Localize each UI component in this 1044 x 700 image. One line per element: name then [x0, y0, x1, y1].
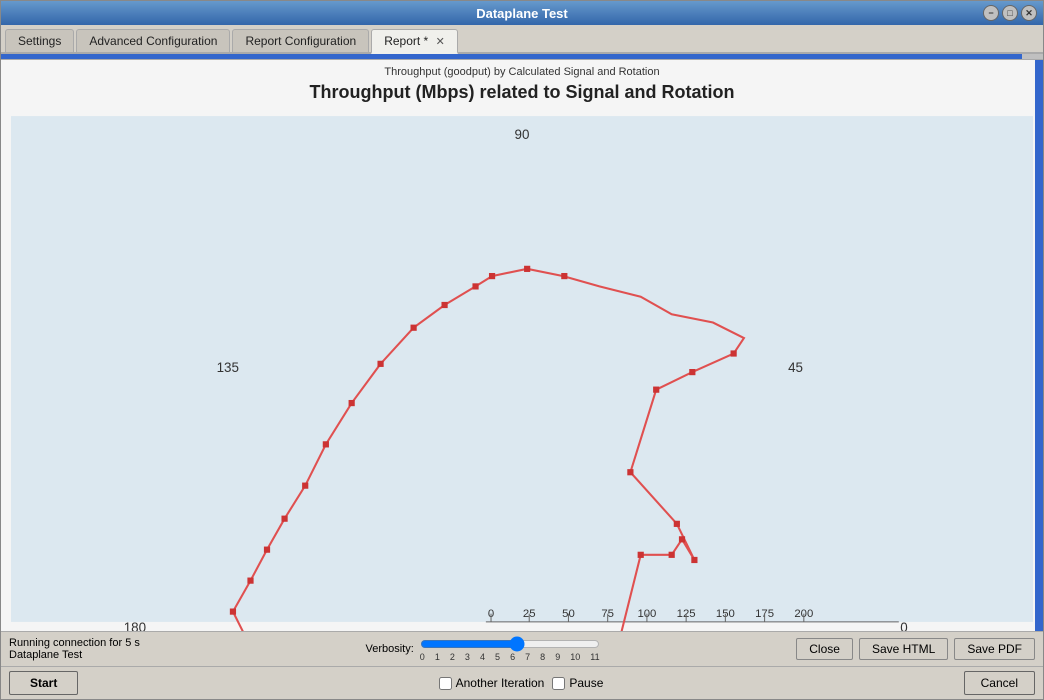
tab-settings[interactable]: Settings — [5, 29, 74, 52]
another-iteration-checkbox[interactable] — [439, 677, 452, 690]
data-point — [653, 387, 659, 393]
chart-container: 90 135 45 180 0 0 25 50 75 100 125 150 1… — [1, 107, 1043, 631]
status-bar: Running connection for 5 s Dataplane Tes… — [1, 631, 1043, 666]
window-title: Dataplane Test — [476, 6, 568, 21]
data-point — [441, 302, 447, 308]
close-button[interactable]: Close — [796, 638, 853, 660]
title-bar: Dataplane Test − □ ✕ — [1, 1, 1043, 25]
data-point — [524, 266, 530, 272]
tabs-bar: Settings Advanced Configuration Report C… — [1, 25, 1043, 54]
start-button[interactable]: Start — [9, 671, 78, 695]
data-point — [731, 350, 737, 356]
verbosity-ticks: 0 1 2 3 4 5 6 7 8 9 10 11 — [420, 652, 600, 662]
action-buttons: Close Save HTML Save PDF — [796, 638, 1035, 660]
bottom-right: Cancel — [964, 671, 1035, 695]
data-point — [472, 283, 478, 289]
tab-report-configuration[interactable]: Report Configuration — [232, 29, 369, 52]
pause-checkbox[interactable] — [552, 677, 565, 690]
another-iteration-text: Another Iteration — [456, 676, 545, 690]
verbosity-slider-container: 0 1 2 3 4 5 6 7 8 9 10 11 — [420, 636, 600, 662]
pause-text: Pause — [569, 676, 603, 690]
data-point — [691, 557, 697, 563]
status-text: Running connection for 5 s Dataplane Tes… — [9, 637, 169, 661]
bottom-left: Start — [9, 671, 78, 695]
svg-text:135: 135 — [217, 360, 239, 375]
data-point — [264, 547, 270, 553]
chart-subtitle: Throughput (goodput) by Calculated Signa… — [384, 60, 659, 80]
progress-fill — [1, 54, 1022, 59]
data-point — [674, 521, 680, 527]
svg-text:45: 45 — [788, 360, 803, 375]
status-line1: Running connection for 5 s — [9, 637, 169, 649]
close-button[interactable]: ✕ — [1021, 5, 1037, 21]
maximize-button[interactable]: □ — [1002, 5, 1018, 21]
minimize-button[interactable]: − — [983, 5, 999, 21]
data-point — [627, 469, 633, 475]
polar-chart-svg: 90 135 45 180 0 0 25 50 75 100 125 150 1… — [11, 107, 1033, 631]
title-bar-controls: − □ ✕ — [983, 5, 1037, 21]
data-point — [247, 578, 253, 584]
tab-advanced-configuration[interactable]: Advanced Configuration — [76, 29, 230, 52]
data-point — [679, 536, 685, 542]
svg-text:0: 0 — [900, 620, 907, 631]
svg-text:90: 90 — [515, 127, 530, 142]
tab-close-icon[interactable]: ✕ — [436, 36, 445, 48]
main-content: Throughput (goodput) by Calculated Signa… — [1, 60, 1043, 631]
save-pdf-button[interactable]: Save PDF — [954, 638, 1035, 660]
main-window: Dataplane Test − □ ✕ Settings Advanced C… — [0, 0, 1044, 700]
chart-area: Throughput (goodput) by Calculated Signa… — [1, 60, 1043, 631]
pause-label: Pause — [552, 676, 603, 690]
cancel-button[interactable]: Cancel — [964, 671, 1035, 695]
data-point — [230, 608, 236, 614]
data-point — [489, 273, 495, 279]
verbosity-label: Verbosity: — [365, 643, 413, 655]
data-point — [323, 441, 329, 447]
data-point — [638, 552, 644, 558]
data-point — [561, 273, 567, 279]
verbosity-area: Verbosity: 0 1 2 3 4 5 6 7 8 9 10 11 — [179, 636, 786, 662]
svg-text:180: 180 — [124, 620, 146, 631]
data-point — [669, 552, 675, 558]
status-line2: Dataplane Test — [9, 649, 169, 661]
data-point — [377, 361, 383, 367]
data-point — [689, 369, 695, 375]
bottom-bar: Start Another Iteration Pause Cancel — [1, 666, 1043, 699]
tab-report[interactable]: Report * ✕ — [371, 29, 458, 54]
data-point — [411, 325, 417, 331]
save-html-button[interactable]: Save HTML — [859, 638, 948, 660]
chart-title: Throughput (Mbps) related to Signal and … — [310, 80, 735, 107]
bottom-center: Another Iteration Pause — [94, 676, 947, 690]
data-point — [302, 483, 308, 489]
data-point — [349, 400, 355, 406]
another-iteration-label: Another Iteration — [439, 676, 545, 690]
verbosity-slider[interactable] — [420, 636, 600, 652]
data-point — [281, 516, 287, 522]
